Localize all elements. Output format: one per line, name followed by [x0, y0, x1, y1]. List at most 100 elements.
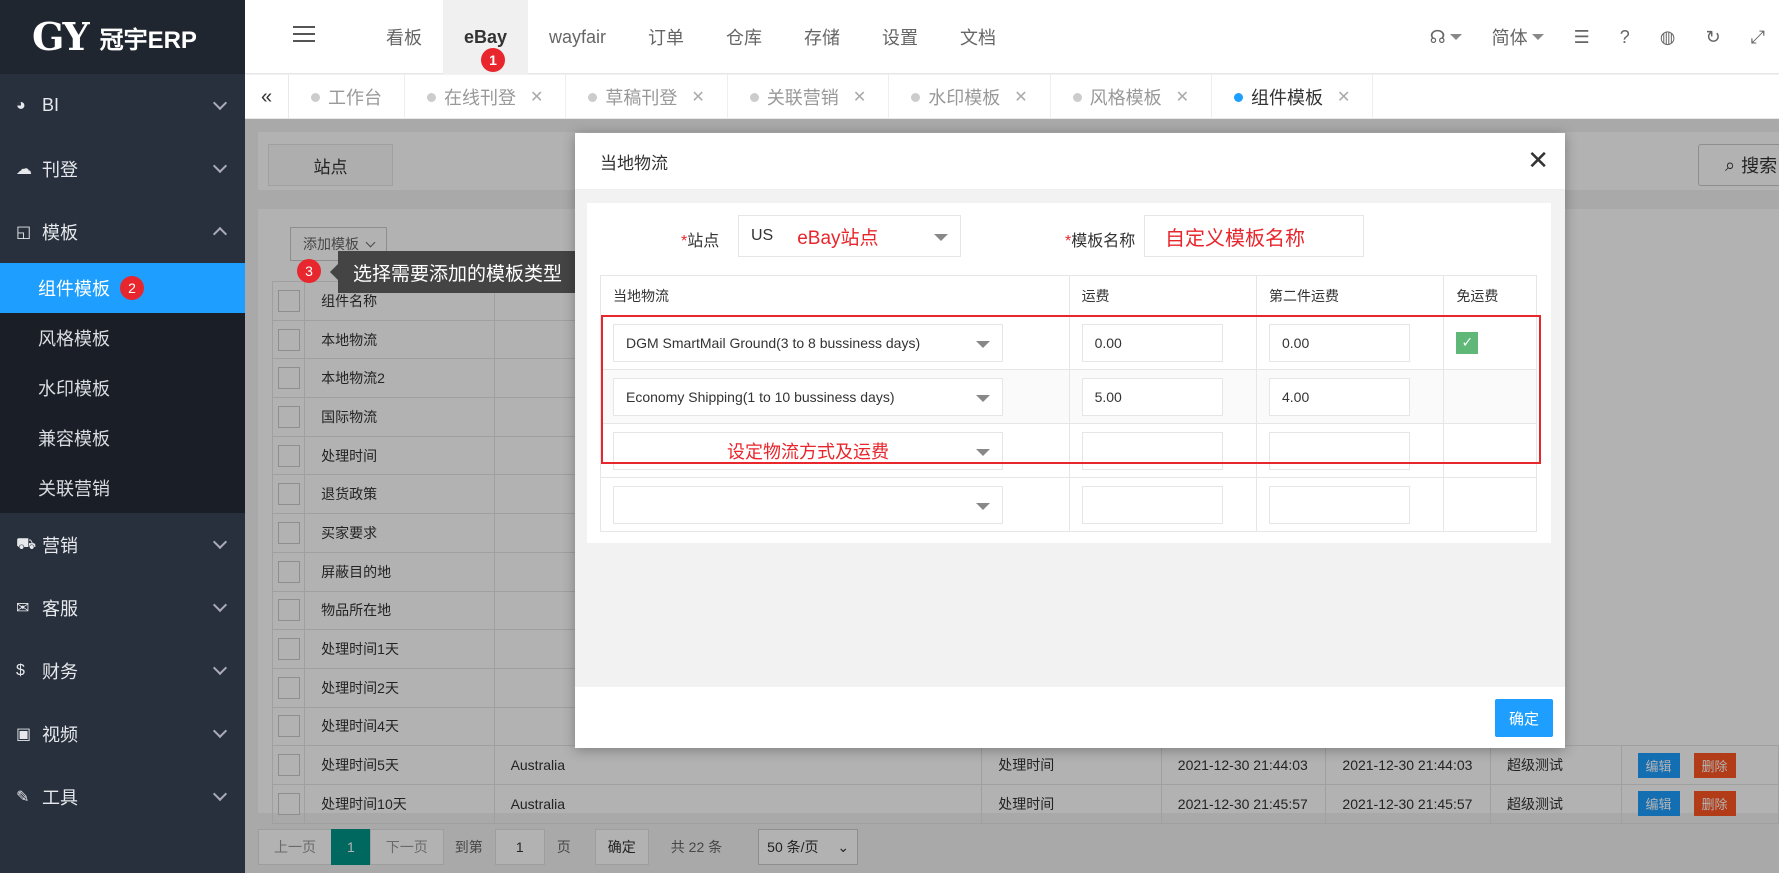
tab-related-marketing[interactable]: 关联营销 ✕	[728, 75, 890, 119]
free-shipping-checkbox[interactable]: ✓	[1456, 331, 1479, 354]
cost-input[interactable]	[1081, 485, 1223, 524]
sidebar-sub-component-template[interactable]: 组件模板 2	[0, 263, 245, 313]
cost-input[interactable]	[1081, 431, 1223, 470]
tab-label: 组件模板	[1251, 88, 1324, 108]
shipping-service-select[interactable]: DGM SmartMail Ground(3 to 8 bussiness da…	[613, 323, 1003, 362]
caret-down-icon	[976, 448, 990, 456]
table-cell: 4.00	[1255, 369, 1445, 424]
additional-cost-input[interactable]	[1268, 485, 1410, 524]
tab-label: 水印模板	[928, 88, 1001, 108]
close-icon[interactable]: ✕	[691, 87, 704, 107]
nav-label: 设置	[882, 28, 919, 48]
sidebar-item-tools[interactable]: ✎ 工具	[0, 765, 245, 828]
sidebar-item-listing[interactable]: ☁ 刊登	[0, 137, 245, 200]
shipping-header-row: 当地物流 运费 第二件运费 免运费	[600, 275, 1537, 316]
close-icon[interactable]: ✕	[1176, 87, 1189, 107]
tab-style-template[interactable]: 风格模板 ✕	[1051, 75, 1213, 119]
tab-watermark-template[interactable]: 水印模板 ✕	[889, 75, 1051, 119]
close-icon[interactable]: ✕	[1527, 147, 1549, 173]
language-select[interactable]: 简体	[1492, 24, 1544, 50]
nav-orders[interactable]: 订单	[627, 0, 705, 74]
nav-warehouse[interactable]: 仓库	[705, 0, 783, 74]
brand-name: 冠宇ERP	[99, 26, 197, 54]
sidebar-sub-label: 组件模板	[38, 279, 110, 299]
sidebar-sub-related-marketing[interactable]: 关联营销	[0, 463, 245, 513]
table-cell	[600, 477, 1070, 532]
language-label: 简体	[1491, 28, 1528, 48]
sidebar-item-templates[interactable]: ◱ 模板	[0, 200, 245, 263]
video-icon: ▣	[16, 725, 32, 743]
menu-toggle-icon[interactable]	[293, 26, 315, 47]
sidebar-item-finance[interactable]: $ 财务	[0, 639, 245, 702]
column-header-cost: 运费	[1068, 275, 1257, 316]
sidebar-item-service[interactable]: ✉ 客服	[0, 576, 245, 639]
service-value: Economy Shipping(1 to 10 bussiness days)	[626, 388, 895, 405]
shipping-service-select[interactable]	[613, 485, 1003, 524]
nav-label: 订单	[648, 28, 685, 48]
help-icon[interactable]: ?	[1620, 27, 1630, 48]
nav-wayfair[interactable]: wayfair	[528, 0, 627, 74]
tab-label: 草稿刊登	[605, 88, 678, 108]
nav-storage[interactable]: 存储	[783, 0, 861, 74]
rows-annotation: 设定物流方式及运费	[727, 441, 889, 462]
column-header-service: 当地物流	[600, 275, 1070, 316]
shipping-service-select[interactable]: 设定物流方式及运费	[613, 431, 1003, 470]
nav-docs[interactable]: 文档	[939, 0, 1017, 74]
sidebar-sub-style-template[interactable]: 风格模板	[0, 313, 245, 363]
table-cell: DGM SmartMail Ground(3 to 8 bussiness da…	[600, 315, 1070, 370]
nav-ebay[interactable]: eBay 1	[443, 0, 529, 74]
tab-component-template[interactable]: 组件模板 ✕	[1212, 75, 1374, 119]
sidebar-item-marketing[interactable]: ⛟ 营销	[0, 513, 245, 576]
nav-settings[interactable]: 设置	[861, 0, 939, 74]
site-select[interactable]: US eBay站点	[738, 215, 961, 257]
tab-workbench[interactable]: 工作台	[289, 75, 405, 119]
close-icon[interactable]: ✕	[853, 87, 866, 107]
caret-down-icon	[976, 340, 990, 348]
tab-dot	[749, 92, 759, 102]
cost-input[interactable]: 0.00	[1081, 323, 1223, 362]
additional-cost-input[interactable]	[1268, 431, 1410, 470]
sidebar-item-video[interactable]: ▣ 视频	[0, 702, 245, 765]
site-label-text: 站点	[687, 233, 720, 250]
shipping-service-select[interactable]: Economy Shipping(1 to 10 bussiness days)	[613, 377, 1003, 416]
close-icon[interactable]: ✕	[1014, 87, 1027, 107]
table-cell	[1068, 477, 1257, 532]
caret-down-icon	[1531, 34, 1544, 40]
tab-draft-listing[interactable]: 草稿刊登 ✕	[566, 75, 728, 119]
cost-input[interactable]: 5.00	[1081, 377, 1223, 416]
sidebar-sub-watermark-template[interactable]: 水印模板	[0, 363, 245, 413]
sidebar-item-bi[interactable]: ◕ BI	[0, 74, 245, 137]
form-row: *站点 US eBay站点 *模板名称 自定义模板名称	[587, 215, 1551, 257]
tabs-scroll-left-icon[interactable]: «	[245, 75, 289, 119]
sidebar-sub-compat-template[interactable]: 兼容模板	[0, 413, 245, 463]
sidebar-item-label: 视频	[42, 724, 78, 745]
form-card: *站点 US eBay站点 *模板名称 自定义模板名称 当地物流 运费 第二件运…	[587, 203, 1551, 543]
confirm-button[interactable]: 确定	[1494, 699, 1553, 737]
tab-dot	[911, 92, 921, 102]
table-cell: 5.00	[1068, 369, 1257, 424]
tab-online-listing[interactable]: 在线刊登 ✕	[405, 75, 567, 119]
sidebar-item-label: 营销	[42, 535, 78, 556]
close-icon[interactable]: ✕	[1337, 87, 1350, 107]
chevron-down-icon	[212, 534, 228, 550]
template-name-input[interactable]: 自定义模板名称	[1144, 215, 1364, 257]
theme-icon[interactable]: ◍	[1660, 27, 1676, 48]
chevron-down-icon	[212, 723, 228, 739]
step-badge: 2	[120, 276, 144, 300]
layout-icon[interactable]: ☰	[1574, 27, 1590, 48]
table-cell: 0.00	[1068, 315, 1257, 370]
template-name-label-text: 模板名称	[1071, 233, 1136, 250]
tab-dot	[1072, 92, 1082, 102]
nav-dashboard[interactable]: 看板	[365, 0, 443, 74]
additional-cost-input[interactable]: 0.00	[1268, 323, 1410, 362]
support-menu[interactable]: ☊	[1430, 27, 1462, 48]
dollar-icon: $	[16, 661, 25, 679]
fullscreen-icon[interactable]: ⤢	[1751, 27, 1765, 48]
refresh-icon[interactable]: ↻	[1706, 27, 1721, 48]
column-header-free: 免运费	[1443, 275, 1537, 316]
close-icon[interactable]: ✕	[530, 87, 543, 107]
additional-cost-input[interactable]: 4.00	[1268, 377, 1410, 416]
cloud-upload-icon: ☁	[16, 160, 32, 178]
page-tabs: « 工作台 在线刊登 ✕ 草稿刊登 ✕ 关联营销 ✕ 水印模板 ✕ 风格模板 ✕ 组件模板…	[245, 75, 1779, 119]
tab-label: 关联营销	[766, 88, 839, 108]
